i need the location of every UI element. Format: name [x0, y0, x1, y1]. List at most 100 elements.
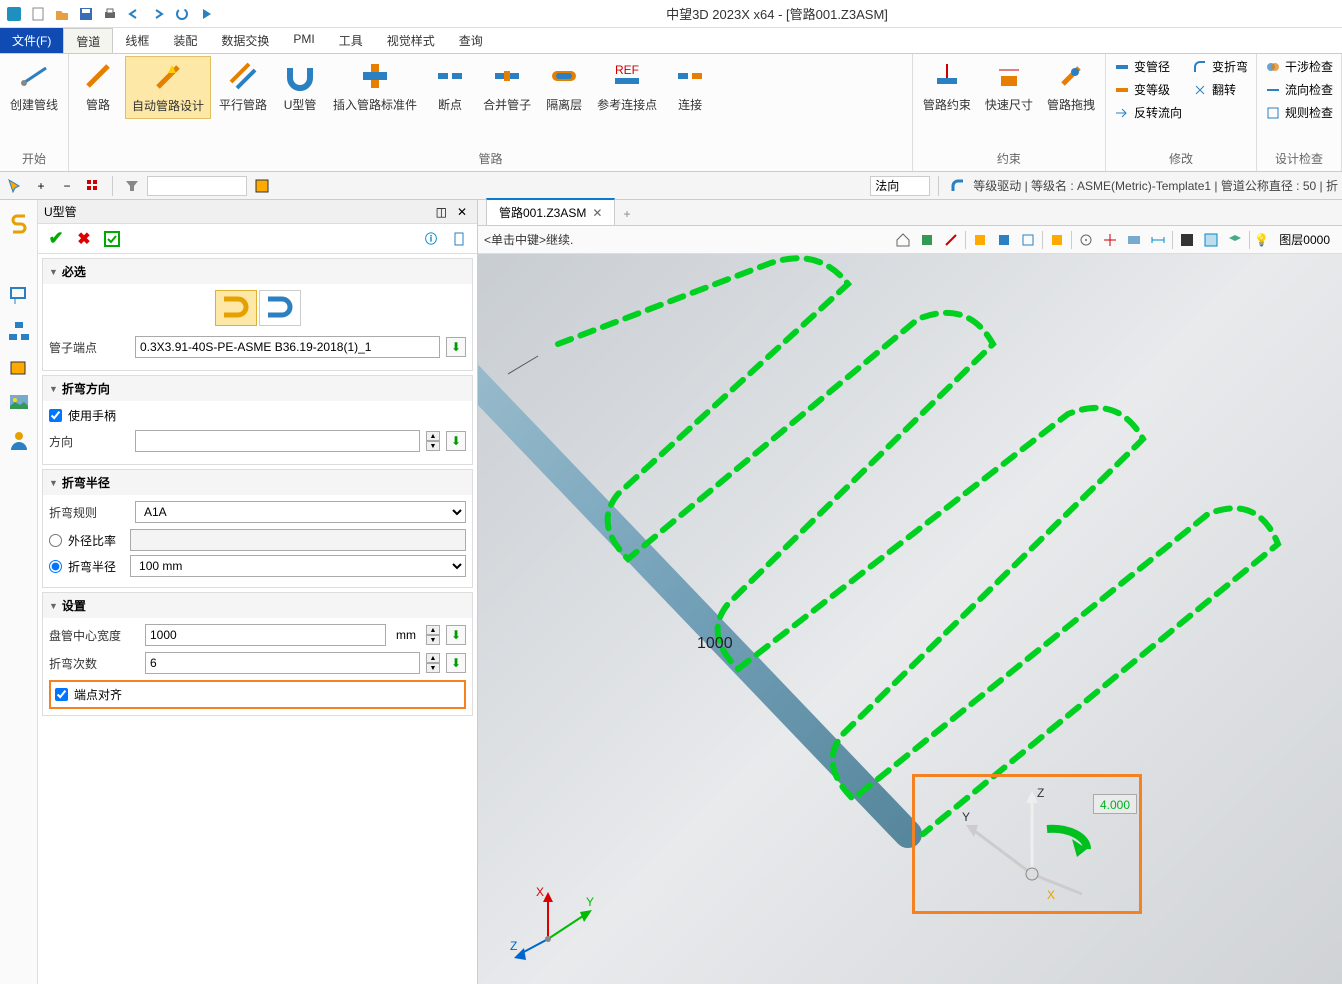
info-button[interactable]: ⓘ	[419, 227, 443, 251]
add-document-button[interactable]: +	[615, 203, 638, 225]
panel-restore-icon[interactable]: ◫	[432, 205, 451, 219]
refresh-icon[interactable]	[172, 4, 192, 24]
bend-count-down[interactable]: ▼	[426, 663, 440, 673]
redo-icon[interactable]	[148, 4, 168, 24]
vp-cube1-icon[interactable]	[970, 230, 990, 250]
side-tab-box[interactable]	[5, 354, 33, 382]
menu-visual-style[interactable]: 视觉样式	[375, 28, 447, 53]
pipe-end-pick-button[interactable]: ⬇	[446, 337, 466, 357]
isolation-button[interactable]: 隔离层	[539, 56, 589, 117]
ref-connect-button[interactable]: REF参考连接点	[591, 56, 663, 117]
direction-up[interactable]: ▲	[426, 431, 440, 441]
break-button[interactable]: 断点	[425, 56, 475, 117]
menu-pmi[interactable]: PMI	[281, 28, 326, 53]
box-icon[interactable]	[251, 175, 273, 197]
menu-wireframe[interactable]: 线框	[113, 28, 161, 53]
merge-button[interactable]: 合并管子	[477, 56, 537, 117]
pipeline-button[interactable]: 管路	[73, 56, 123, 117]
play-icon[interactable]	[196, 4, 216, 24]
u-shape-option-2[interactable]	[259, 290, 301, 326]
ok-button[interactable]: ✔	[44, 227, 68, 251]
vp-book-icon[interactable]	[917, 230, 937, 250]
change-grade-button[interactable]: 变等级	[1110, 79, 1186, 100]
vp-measure-icon[interactable]	[1148, 230, 1168, 250]
side-tab-s[interactable]	[5, 208, 33, 236]
u-shape-option-1[interactable]	[215, 290, 257, 326]
vp-color-icon[interactable]	[1177, 230, 1197, 250]
menu-data-exchange[interactable]: 数据交换	[209, 28, 281, 53]
connect-button[interactable]: 连接	[665, 56, 715, 117]
coil-width-up[interactable]: ▲	[426, 625, 440, 635]
bend-radius-radio[interactable]	[49, 560, 62, 573]
side-tab-image[interactable]	[5, 390, 33, 418]
vp-target-icon[interactable]	[1076, 230, 1096, 250]
minus-icon[interactable]: −	[56, 175, 78, 197]
vp-layer-icon[interactable]	[1225, 230, 1245, 250]
menu-file[interactable]: 文件(F)	[0, 28, 63, 53]
flow-check-button[interactable]: 流向检查	[1261, 79, 1337, 100]
open-icon[interactable]	[52, 4, 72, 24]
print-icon[interactable]	[100, 4, 120, 24]
app-icon[interactable]	[4, 4, 24, 24]
section-bend-radius-header[interactable]: 折弯半径	[43, 470, 472, 495]
pipe-drag-button[interactable]: 管路拖拽	[1041, 56, 1101, 117]
direction-input[interactable]	[135, 430, 420, 452]
doc-tab-close-icon[interactable]: ✕	[592, 206, 602, 220]
vp-pencil-icon[interactable]	[941, 230, 961, 250]
create-pipeline-button[interactable]: 创建管线	[4, 56, 64, 117]
document-tab[interactable]: 管路001.Z3ASM ✕	[486, 198, 615, 225]
section-required-header[interactable]: 必选	[43, 259, 472, 284]
coil-width-pick[interactable]: ⬇	[446, 625, 466, 645]
bend-count-pick[interactable]: ⬇	[446, 653, 466, 673]
vp-home-icon[interactable]	[893, 230, 913, 250]
filter-icon[interactable]	[121, 175, 143, 197]
parallel-pipeline-button[interactable]: 平行管路	[213, 56, 273, 117]
insert-standard-button[interactable]: 插入管路标准件	[327, 56, 423, 117]
save-icon[interactable]	[76, 4, 96, 24]
bend-count-up[interactable]: ▲	[426, 653, 440, 663]
viewport-canvas[interactable]: 1000 Z Y X 4.000	[478, 254, 1342, 984]
undo-icon[interactable]	[124, 4, 144, 24]
vp-bg-icon[interactable]	[1201, 230, 1221, 250]
vp-crosshair-icon[interactable]	[1100, 230, 1120, 250]
side-tab-user[interactable]	[5, 426, 33, 454]
pipe-end-input[interactable]	[135, 336, 440, 358]
direction-dropdown[interactable]: 法向	[870, 176, 930, 196]
reverse-flow-button[interactable]: 反转流向	[1110, 102, 1186, 123]
select-icon[interactable]	[4, 175, 26, 197]
cancel-button[interactable]: ✖	[72, 227, 96, 251]
od-ratio-radio[interactable]	[49, 534, 62, 547]
menu-query[interactable]: 查询	[447, 28, 495, 53]
change-bend-button[interactable]: 变折弯	[1188, 56, 1252, 77]
direction-pick-button[interactable]: ⬇	[446, 431, 466, 451]
apply-button[interactable]	[100, 227, 124, 251]
interference-check-button[interactable]: 干涉检查	[1261, 56, 1337, 77]
direction-down[interactable]: ▼	[426, 441, 440, 451]
vp-wireframe-icon[interactable]	[1018, 230, 1038, 250]
pipe-constraint-button[interactable]: 管路约束	[917, 56, 977, 117]
bend-rule-select[interactable]: A1A	[135, 501, 466, 523]
section-bend-direction-header[interactable]: 折弯方向	[43, 376, 472, 401]
menu-assembly[interactable]: 装配	[161, 28, 209, 53]
auto-pipeline-button[interactable]: 自动管路设计	[125, 56, 211, 119]
coil-width-down[interactable]: ▼	[426, 635, 440, 645]
panel-close-icon[interactable]: ✕	[453, 205, 471, 219]
vp-cube2-icon[interactable]	[994, 230, 1014, 250]
filter-dropdown[interactable]	[147, 176, 247, 196]
vp-cube3-icon[interactable]	[1047, 230, 1067, 250]
vp-rect-icon[interactable]	[1124, 230, 1144, 250]
grid-icon[interactable]	[82, 175, 104, 197]
new-icon[interactable]	[28, 4, 48, 24]
coil-width-input[interactable]	[145, 624, 386, 646]
use-handle-checkbox[interactable]	[49, 409, 62, 422]
menu-pipe[interactable]: 管道	[63, 28, 113, 53]
bend-count-input[interactable]	[145, 652, 420, 674]
u-pipe-button[interactable]: U型管	[275, 56, 325, 117]
rule-check-button[interactable]: 规则检查	[1261, 102, 1337, 123]
layer-label[interactable]: 图层0000	[1273, 231, 1336, 248]
change-diameter-button[interactable]: 变管径	[1110, 56, 1186, 77]
bend-radius-select[interactable]: 100 mm	[130, 555, 466, 577]
flip-button[interactable]: 翻转	[1188, 79, 1252, 100]
endpoint-align-checkbox[interactable]	[55, 688, 68, 701]
menu-tools[interactable]: 工具	[327, 28, 375, 53]
